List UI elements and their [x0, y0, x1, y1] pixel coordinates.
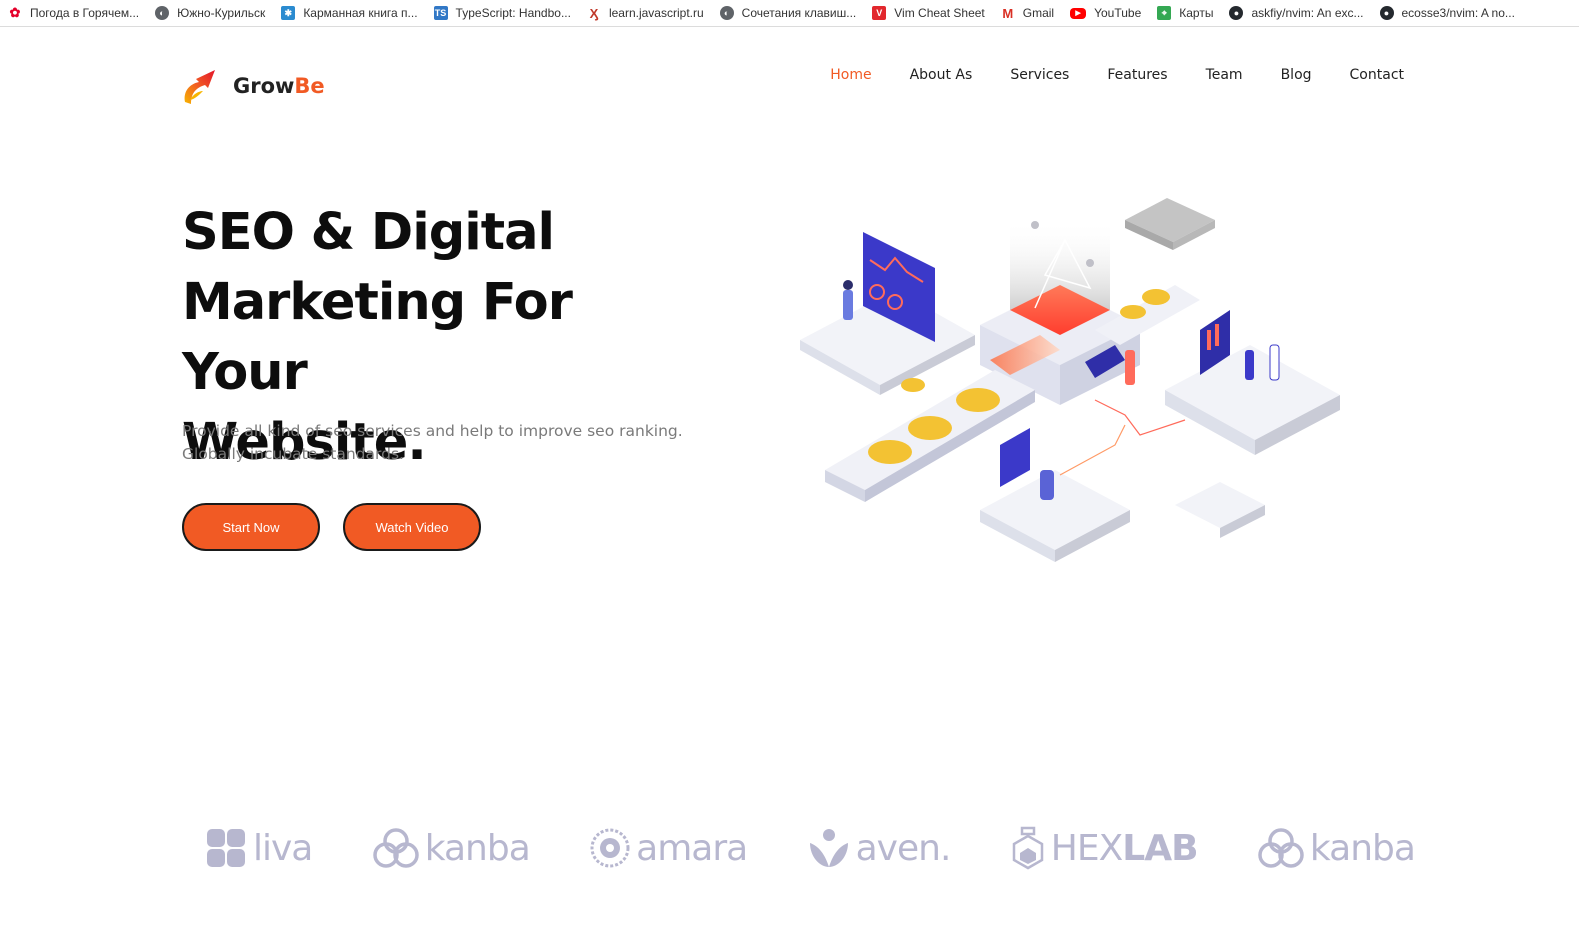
partner-logo: liva — [205, 827, 313, 869]
bookmark-item[interactable]: V Vim Cheat Sheet — [872, 6, 985, 20]
nav-about[interactable]: About As — [910, 67, 973, 83]
partner-logo: kanba — [373, 827, 531, 869]
main-nav: Home About As Services Features Team Blo… — [792, 67, 1404, 83]
globe-icon: ◐ — [155, 6, 170, 20]
github-icon: ● — [1229, 6, 1244, 20]
partner-logo: HEXLAB — [1011, 826, 1199, 870]
liva-logo-icon — [207, 829, 245, 867]
watch-video-button[interactable]: Watch Video — [343, 503, 481, 551]
maps-icon: ⌖ — [1157, 6, 1172, 20]
youtube-icon: ▶ — [1070, 7, 1087, 19]
huawei-icon: ✿ — [9, 5, 21, 20]
globe-icon: ◐ — [719, 6, 734, 20]
gear-icon: ✱ — [281, 6, 296, 20]
github-icon: ● — [1379, 6, 1394, 20]
nav-features[interactable]: Features — [1107, 67, 1167, 83]
nav-services[interactable]: Services — [1010, 67, 1069, 83]
kanba-logo-icon — [1258, 828, 1304, 868]
partner-logo: kanba — [1258, 827, 1416, 869]
bookmarks-bar: ✿ Погода в Горячем... ◐ Южно-Курильск ✱ Кар… — [0, 0, 1579, 27]
nav-home[interactable]: Home — [830, 67, 871, 83]
bookmark-item[interactable]: ⌖ Карты — [1157, 6, 1213, 20]
typescript-icon: TS — [433, 6, 448, 20]
brand-name: GrowBe — [233, 74, 325, 98]
aven-logo-icon — [809, 829, 848, 867]
bookmark-item[interactable]: ● ecosse3/nvim: A no... — [1379, 6, 1515, 20]
bookmark-item[interactable]: ◐ Южно-Курильск — [155, 6, 265, 20]
gmail-icon: M — [1002, 5, 1014, 21]
partner-logo: aven. — [808, 827, 951, 869]
vim-icon: V — [872, 6, 887, 20]
brand-logo[interactable]: GrowBe — [181, 66, 325, 106]
bookmark-item[interactable]: ✿ Погода в Горячем... — [8, 5, 140, 20]
partner-logo: amara — [590, 828, 748, 869]
kanba-logo-icon — [373, 828, 419, 868]
nav-blog[interactable]: Blog — [1281, 67, 1312, 83]
nav-contact[interactable]: Contact — [1350, 67, 1404, 83]
bookmark-item[interactable]: ✱ Карманная книга п... — [281, 6, 418, 20]
bookmark-item[interactable]: TS TypeScript: Handbo... — [433, 6, 571, 20]
hero-subtitle: Provide all kind of seo services and hel… — [182, 422, 683, 463]
rocket-logo-icon — [184, 70, 215, 104]
bookmark-item[interactable]: M Gmail — [1001, 5, 1054, 21]
bookmark-item[interactable]: ◐ Сочетания клавиш... — [719, 6, 856, 20]
start-now-button[interactable]: Start Now — [182, 503, 320, 551]
partner-logos: liva kanba amara aven. HEXLAB kanba — [205, 818, 1416, 878]
figure-icon: Ӽ — [589, 5, 599, 21]
bookmark-item[interactable]: ▶ YouTube — [1070, 6, 1141, 20]
hexlab-logo-icon — [1012, 826, 1044, 870]
bookmark-item[interactable]: Ӽlearn.javascript.ru — [587, 5, 704, 21]
nav-team[interactable]: Team — [1206, 67, 1243, 83]
seo-isometric-illustration — [800, 198, 1340, 562]
bookmark-item[interactable]: ● askfiy/nvim: An exc... — [1229, 6, 1364, 20]
amara-logo-icon — [590, 828, 630, 868]
